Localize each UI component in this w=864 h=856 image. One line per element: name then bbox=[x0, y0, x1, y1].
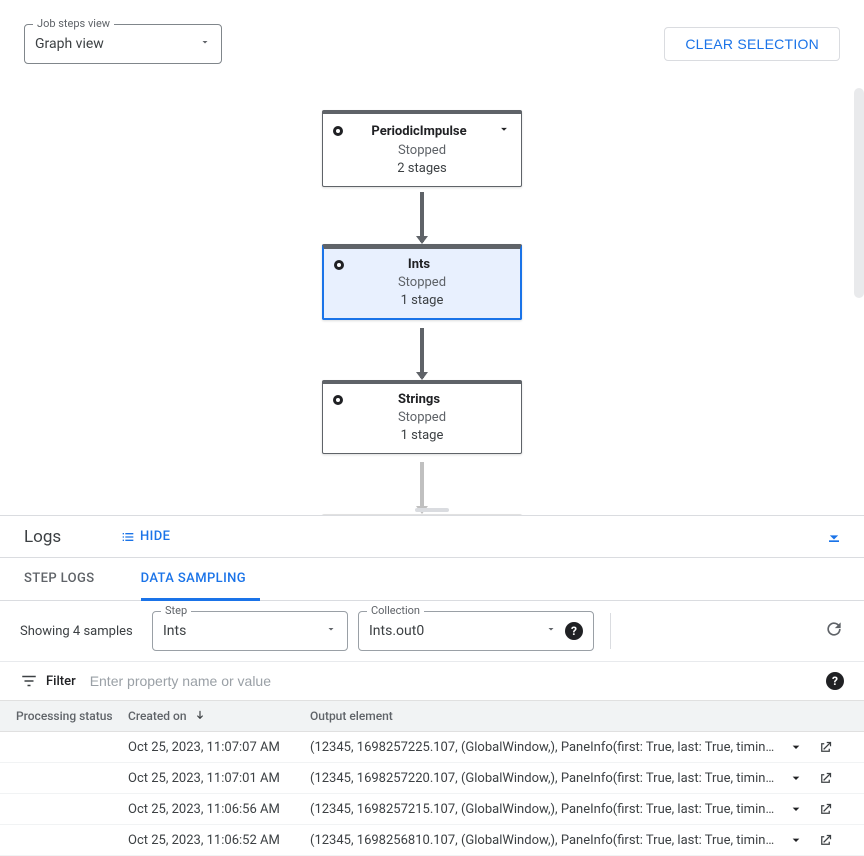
list-icon bbox=[120, 529, 136, 545]
logs-tabs: STEP LOGS DATA SAMPLING bbox=[0, 558, 864, 601]
node-subtitle: 1 stage bbox=[334, 293, 510, 308]
expand-row-icon[interactable] bbox=[788, 770, 804, 786]
col-processing-status[interactable]: Processing status bbox=[16, 709, 128, 723]
node-title: Ints bbox=[344, 257, 494, 272]
samples-table: Processing status Created on Output elem… bbox=[0, 701, 864, 856]
table-header: Processing status Created on Output elem… bbox=[0, 701, 864, 732]
filter-label: Filter bbox=[46, 674, 76, 689]
cell-created: Oct 25, 2023, 11:07:07 AM bbox=[128, 740, 310, 755]
table-row[interactable]: Oct 25, 2023, 11:07:01 AM (12345, 169825… bbox=[0, 763, 864, 794]
collection-select[interactable]: Collection Ints.out0 ? bbox=[358, 611, 594, 651]
sort-desc-icon bbox=[193, 709, 207, 723]
table-row[interactable]: Oct 25, 2023, 11:06:56 AM (12345, 169825… bbox=[0, 794, 864, 825]
graph-edge bbox=[420, 462, 424, 512]
node-title: PeriodicImpulse bbox=[343, 124, 495, 139]
collapse-panel-button[interactable] bbox=[824, 527, 844, 547]
node-subtitle: 1 stage bbox=[333, 428, 511, 443]
tab-step-logs[interactable]: STEP LOGS bbox=[24, 558, 109, 600]
job-steps-view-value: Graph view bbox=[35, 36, 104, 52]
graph-node-ints[interactable]: Ints Stopped 1 stage bbox=[322, 244, 522, 320]
graph-edge bbox=[420, 328, 424, 378]
expand-row-icon[interactable] bbox=[788, 739, 804, 755]
tab-data-sampling[interactable]: DATA SAMPLING bbox=[141, 558, 261, 601]
col-created-on-label: Created on bbox=[128, 709, 187, 723]
cell-output: (12345, 1698256810.107, (GlobalWindow,),… bbox=[310, 833, 788, 848]
hide-label: HIDE bbox=[140, 529, 170, 544]
logs-title: Logs bbox=[24, 527, 120, 547]
help-icon[interactable]: ? bbox=[826, 672, 844, 690]
step-select[interactable]: Step Ints bbox=[152, 611, 348, 651]
refresh-button[interactable] bbox=[824, 619, 844, 643]
panel-resize-handle[interactable] bbox=[415, 508, 449, 512]
cell-created: Oct 25, 2023, 11:06:52 AM bbox=[128, 833, 310, 848]
job-steps-view-label: Job steps view bbox=[33, 17, 114, 30]
graph-edge bbox=[420, 192, 424, 242]
open-external-icon[interactable] bbox=[818, 802, 833, 817]
col-output-element[interactable]: Output element bbox=[310, 709, 788, 723]
expand-row-icon[interactable] bbox=[788, 801, 804, 817]
graph-node-strings[interactable]: Strings Stopped 1 stage bbox=[322, 380, 522, 454]
node-status: Stopped bbox=[334, 275, 510, 290]
sample-count-text: Showing 4 samples bbox=[20, 624, 142, 639]
node-status: Stopped bbox=[333, 143, 511, 158]
collection-select-label: Collection bbox=[367, 604, 424, 617]
divider bbox=[610, 613, 611, 649]
table-row[interactable]: Oct 25, 2023, 11:06:52 AM (12345, 169825… bbox=[0, 825, 864, 856]
chevron-down-icon[interactable] bbox=[495, 122, 511, 140]
filter-input[interactable] bbox=[88, 672, 826, 690]
caret-down-icon bbox=[199, 36, 211, 52]
cell-output: (12345, 1698257215.107, (GlobalWindow,),… bbox=[310, 802, 788, 817]
status-stopped-icon bbox=[333, 126, 343, 136]
cell-output: (12345, 1698257220.107, (GlobalWindow,),… bbox=[310, 771, 788, 786]
caret-down-icon bbox=[545, 623, 557, 639]
step-select-label: Step bbox=[161, 604, 191, 617]
status-stopped-icon bbox=[333, 395, 343, 405]
expand-row-icon[interactable] bbox=[788, 832, 804, 848]
caret-down-icon bbox=[325, 623, 337, 639]
open-external-icon[interactable] bbox=[818, 771, 833, 786]
hide-logs-button[interactable]: HIDE bbox=[120, 529, 170, 545]
collection-select-value: Ints.out0 bbox=[369, 623, 424, 639]
status-stopped-icon bbox=[334, 260, 344, 270]
graph-node-partial[interactable] bbox=[322, 514, 522, 516]
job-steps-view-select[interactable]: Job steps view Graph view bbox=[24, 24, 222, 64]
open-external-icon[interactable] bbox=[818, 833, 833, 848]
table-row[interactable]: Oct 25, 2023, 11:07:07 AM (12345, 169825… bbox=[0, 732, 864, 763]
cell-created: Oct 25, 2023, 11:06:56 AM bbox=[128, 802, 310, 817]
help-icon[interactable]: ? bbox=[565, 622, 583, 640]
filter-icon bbox=[20, 672, 38, 690]
step-select-value: Ints bbox=[163, 623, 186, 639]
clear-selection-button[interactable]: CLEAR SELECTION bbox=[664, 27, 840, 61]
cell-created: Oct 25, 2023, 11:07:01 AM bbox=[128, 771, 310, 786]
node-title: Strings bbox=[343, 392, 495, 407]
node-subtitle: 2 stages bbox=[333, 161, 511, 176]
open-external-icon[interactable] bbox=[818, 740, 833, 755]
cell-output: (12345, 1698257225.107, (GlobalWindow,),… bbox=[310, 740, 788, 755]
graph-node-periodic-impulse[interactable]: PeriodicImpulse Stopped 2 stages bbox=[322, 110, 522, 187]
graph-canvas[interactable]: PeriodicImpulse Stopped 2 stages Ints St… bbox=[0, 74, 864, 516]
col-created-on[interactable]: Created on bbox=[128, 709, 310, 723]
node-status: Stopped bbox=[333, 410, 511, 425]
